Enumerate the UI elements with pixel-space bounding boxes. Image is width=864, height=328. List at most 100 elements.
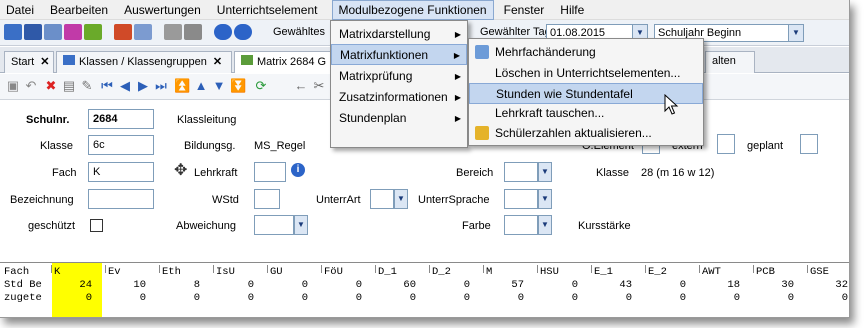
chevron-down-icon[interactable]: ▼ xyxy=(538,215,552,235)
menu-fenster[interactable]: Fenster xyxy=(494,0,551,20)
first-record-icon[interactable]: ⏮ xyxy=(100,79,114,93)
column-header[interactable]: HSU xyxy=(540,266,559,278)
room-icon[interactable] xyxy=(44,24,62,40)
std-cell[interactable]: 57 xyxy=(494,279,524,291)
zugeteilt-cell[interactable]: 0 xyxy=(710,292,740,304)
std-cell[interactable]: 0 xyxy=(224,279,254,291)
column-header[interactable]: FöU xyxy=(324,266,343,278)
delete-icon[interactable]: ✖ xyxy=(44,79,58,93)
zugeteilt-cell[interactable]: 0 xyxy=(440,292,470,304)
geschuetzt-checkbox[interactable] xyxy=(90,219,103,232)
std-cell[interactable]: 0 xyxy=(548,279,578,291)
save-icon[interactable]: ▣ xyxy=(6,79,20,93)
print-icon[interactable] xyxy=(184,24,202,40)
menu-item-mehrfachaenderung[interactable]: Mehrfachänderung xyxy=(469,42,703,63)
unterrart-field[interactable] xyxy=(370,189,394,209)
farbe-field[interactable] xyxy=(504,215,538,235)
klasse-field[interactable]: 6c xyxy=(88,135,154,155)
move-top-icon[interactable]: ⏫ xyxy=(174,79,190,93)
std-cell[interactable]: 24 xyxy=(62,279,92,291)
column-header[interactable]: D_2 xyxy=(432,266,451,278)
zugeteilt-cell[interactable]: 0 xyxy=(602,292,632,304)
menu-item-matrixfunktionen[interactable]: Matrixfunktionen ▶ xyxy=(331,44,467,65)
wstd-field[interactable] xyxy=(254,189,280,209)
close-icon[interactable]: ✕ xyxy=(40,56,49,68)
menu-item-schuelerzahlen[interactable]: Schülerzahlen aktualisieren... xyxy=(469,123,703,144)
geplant-field[interactable] xyxy=(800,134,818,154)
column-header[interactable]: D_1 xyxy=(378,266,397,278)
next-record-icon[interactable]: ▶ xyxy=(136,79,150,93)
lehrkraft-field[interactable] xyxy=(254,162,286,182)
std-cell[interactable]: 60 xyxy=(386,279,416,291)
zugeteilt-cell[interactable]: 0 xyxy=(278,292,308,304)
book-icon[interactable] xyxy=(114,24,132,40)
fach-field[interactable]: K xyxy=(88,162,154,182)
close-icon[interactable]: ✕ xyxy=(213,56,222,68)
last-record-icon[interactable]: ⏭ xyxy=(154,79,168,93)
tab-overflow[interactable]: alten xyxy=(705,51,755,73)
column-header[interactable]: PCB xyxy=(756,266,775,278)
help-icon[interactable] xyxy=(234,24,252,40)
menu-item-matrixdarstellung[interactable]: Matrixdarstellung ▶ xyxy=(331,24,467,45)
users-icon[interactable] xyxy=(4,24,22,40)
column-header[interactable]: M xyxy=(486,266,492,278)
move-up-icon[interactable]: ▲ xyxy=(194,79,208,93)
bereich-field[interactable] xyxy=(504,162,538,182)
zugeteilt-cell[interactable]: 0 xyxy=(656,292,686,304)
bezeichnung-field[interactable] xyxy=(88,189,154,209)
zugeteilt-cell[interactable]: 0 xyxy=(818,292,848,304)
move-down-icon[interactable]: ▼ xyxy=(212,79,226,93)
copy-icon[interactable] xyxy=(164,24,182,40)
back-arrow-icon[interactable]: ← xyxy=(294,79,308,93)
column-header[interactable]: K xyxy=(54,266,60,278)
column-header[interactable]: Eth xyxy=(162,266,181,278)
chat-icon[interactable] xyxy=(64,24,82,40)
chevron-down-icon[interactable]: ▼ xyxy=(394,189,408,209)
tab-start[interactable]: Start ✕ xyxy=(4,51,54,73)
column-header[interactable]: IsU xyxy=(216,266,235,278)
note-icon[interactable] xyxy=(84,24,102,40)
menu-hilfe[interactable]: Hilfe xyxy=(550,0,590,20)
column-header[interactable]: E_1 xyxy=(594,266,613,278)
std-cell[interactable]: 10 xyxy=(116,279,146,291)
cut-icon[interactable]: ✂ xyxy=(312,79,326,93)
menu-unterrichtselement[interactable]: Unterrichtselement xyxy=(207,0,324,20)
zugeteilt-cell[interactable]: 0 xyxy=(332,292,362,304)
zugeteilt-cell[interactable]: 0 xyxy=(170,292,200,304)
undo-icon[interactable]: ↶ xyxy=(24,79,38,93)
chevron-down-icon[interactable]: ▼ xyxy=(538,189,552,209)
column-header[interactable]: Ev xyxy=(108,266,121,278)
menu-bearbeiten[interactable]: Bearbeiten xyxy=(40,0,114,20)
info-icon[interactable]: i xyxy=(291,163,305,177)
std-cell[interactable]: 8 xyxy=(170,279,200,291)
grid-icon[interactable] xyxy=(24,24,42,40)
zugeteilt-cell[interactable]: 0 xyxy=(494,292,524,304)
menu-datei[interactable]: Datei xyxy=(0,0,40,20)
std-cell[interactable]: 0 xyxy=(656,279,686,291)
zugeteilt-cell[interactable]: 0 xyxy=(386,292,416,304)
column-header[interactable]: E_2 xyxy=(648,266,667,278)
zugeteilt-cell[interactable]: 0 xyxy=(548,292,578,304)
schulnr-field[interactable]: 2684 xyxy=(88,109,154,129)
zugeteilt-cell[interactable]: 0 xyxy=(764,292,794,304)
info-icon[interactable] xyxy=(214,24,232,40)
menu-auswertungen[interactable]: Auswertungen xyxy=(114,0,207,20)
std-cell[interactable]: 43 xyxy=(602,279,632,291)
new-icon[interactable]: ▤ xyxy=(62,79,76,93)
menu-modulbezogene-funktionen[interactable]: Modulbezogene Funktionen xyxy=(331,0,494,20)
zugeteilt-cell[interactable]: 0 xyxy=(62,292,92,304)
chevron-down-icon[interactable]: ▼ xyxy=(294,215,308,235)
std-cell[interactable]: 0 xyxy=(440,279,470,291)
std-cell[interactable]: 18 xyxy=(710,279,740,291)
unterrsprache-field[interactable] xyxy=(504,189,538,209)
zugeteilt-cell[interactable]: 0 xyxy=(224,292,254,304)
std-cell[interactable]: 32 xyxy=(818,279,848,291)
chevron-down-icon[interactable]: ▼ xyxy=(788,25,803,41)
extern-field[interactable] xyxy=(717,134,735,154)
edit-icon[interactable]: ✎ xyxy=(80,79,94,93)
menu-item-matrixpruefung[interactable]: Matrixprüfung ▶ xyxy=(331,66,467,87)
refresh-icon[interactable]: ⟳ xyxy=(254,79,268,93)
move-bottom-icon[interactable]: ⏬ xyxy=(230,79,246,93)
column-header[interactable]: AWT xyxy=(702,266,721,278)
chevron-down-icon[interactable]: ▼ xyxy=(538,162,552,182)
